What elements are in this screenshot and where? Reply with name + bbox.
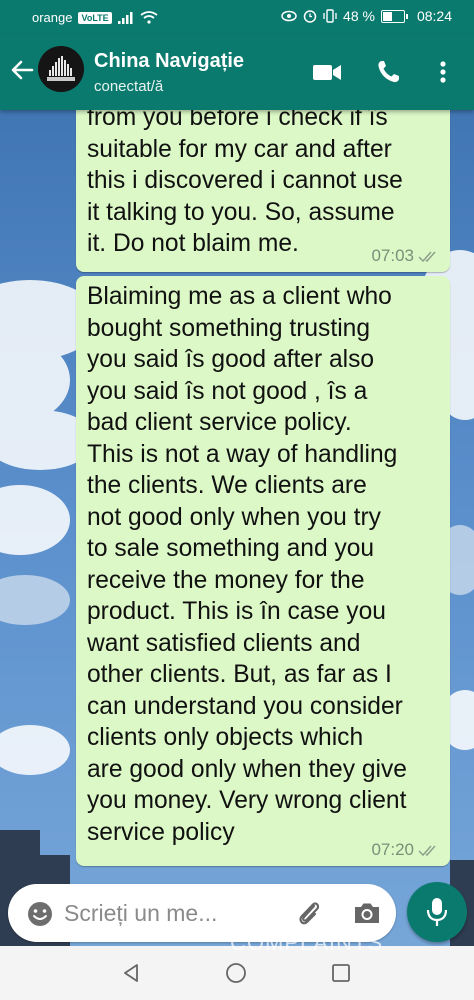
- emoji-icon[interactable]: [26, 900, 54, 928]
- status-bar: orange VoLTE 48 % 08:24: [0, 0, 474, 34]
- video-call-icon[interactable]: [312, 58, 342, 86]
- back-arrow-icon[interactable]: [8, 56, 36, 84]
- carrier-label: orange: [32, 10, 73, 25]
- avatar[interactable]: [38, 46, 84, 92]
- message-text: Blaiming me as a client who bought somet…: [87, 283, 407, 846]
- battery-percent: 48 %: [343, 8, 375, 24]
- paperclip-icon[interactable]: [294, 898, 324, 928]
- contact-status: conectat/ă: [94, 78, 164, 95]
- phone-call-icon[interactable]: [374, 58, 404, 86]
- chat-header: China Navigație conectat/ă: [0, 34, 474, 110]
- message-meta: 07:20: [371, 840, 440, 860]
- clock: 08:24: [416, 8, 452, 24]
- message-text: from you before i check if îs suitable f…: [87, 104, 403, 257]
- wifi-icon: [140, 11, 158, 24]
- message-bubble-outgoing[interactable]: from you before i check if îs suitable f…: [76, 94, 450, 272]
- double-check-icon: [418, 845, 436, 857]
- kingdcats-logo-icon: [38, 46, 84, 92]
- microphone-button[interactable]: [407, 882, 467, 942]
- eye-icon: [281, 10, 297, 22]
- microphone-icon: [426, 898, 448, 926]
- watermark: COMPLAINTS: [230, 930, 384, 955]
- signal-icon: [117, 11, 133, 24]
- message-time: 07:03: [371, 246, 414, 265]
- more-options-icon[interactable]: [430, 58, 456, 86]
- nav-recents-icon[interactable]: [330, 962, 352, 984]
- alarm-icon: [303, 10, 317, 23]
- message-placeholder: Scrieți un me...: [64, 900, 218, 926]
- nav-home-icon[interactable]: [224, 962, 248, 984]
- message-time: 07:20: [371, 840, 414, 859]
- volte-badge: VoLTE: [78, 11, 112, 24]
- camera-icon[interactable]: [352, 899, 382, 927]
- double-check-icon: [418, 251, 436, 263]
- vibrate-icon: [323, 9, 337, 23]
- battery-icon: [380, 9, 408, 23]
- message-bubble-outgoing[interactable]: Blaiming me as a client who bought somet…: [76, 276, 450, 866]
- contact-name[interactable]: China Navigație: [94, 50, 244, 73]
- message-meta: 07:03: [371, 246, 440, 266]
- nav-back-icon[interactable]: [120, 962, 142, 984]
